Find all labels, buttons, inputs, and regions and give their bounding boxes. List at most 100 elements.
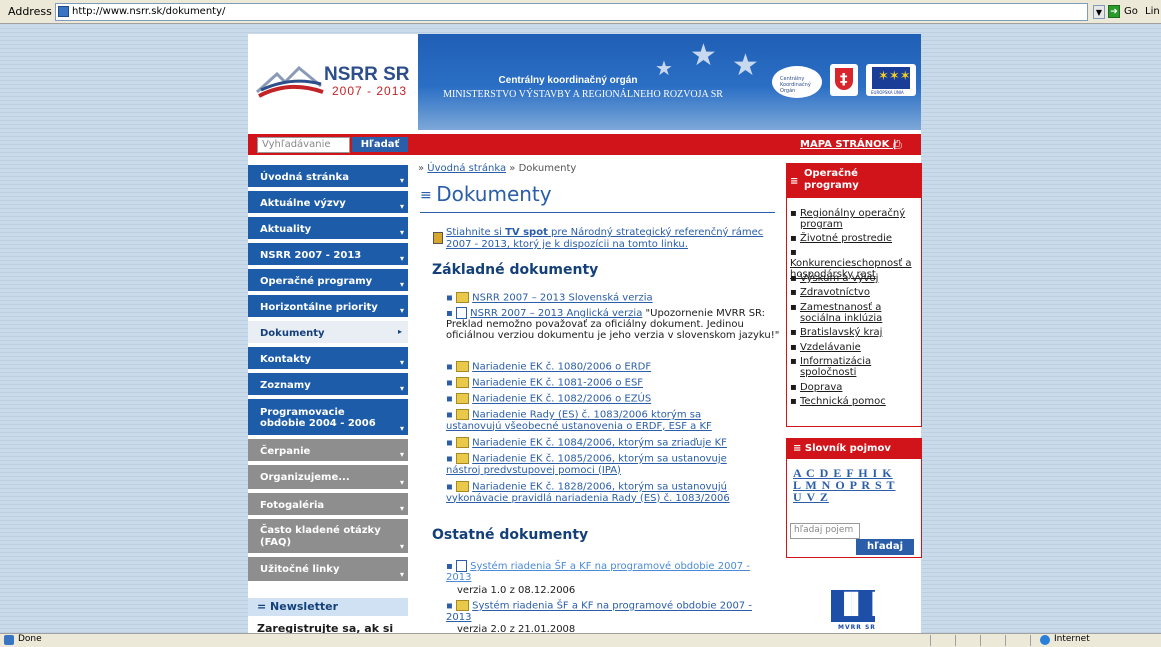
doc-link[interactable]: Nariadenie EK č. 1085/2006, ktorým sa us… <box>446 454 727 476</box>
doc-item[interactable]: ▪ Nariadenie EK č. 1080/2006 o ERDF <box>446 361 776 373</box>
doc-item[interactable]: ▪ Nariadenie EK č. 1084/2006, ktorým sa … <box>446 437 776 449</box>
links-label[interactable]: Lin <box>1145 6 1160 17</box>
nav-arrow-icon: ▾ <box>399 280 404 289</box>
nav-item-cerpanie[interactable]: Čerpanie ▾ <box>248 439 408 463</box>
glossary-search-input[interactable]: hľadaj pojem <box>790 523 860 539</box>
nav-item-zoznamy[interactable]: Zoznamy ▾ <box>248 373 408 397</box>
doc-link[interactable]: Nariadenie EK č. 1081-2006 o ESF <box>472 378 643 389</box>
doc-item[interactable]: ▪ Nariadenie EK č. 1082/2006 o EZÚS <box>446 393 776 405</box>
doc-link[interactable]: Nariadenie EK č. 1084/2006, ktorým sa zr… <box>472 438 727 449</box>
op-link[interactable]: Životné prostredie <box>800 233 892 244</box>
nav-label: Aktuality <box>260 224 312 235</box>
nav-label: Zoznamy <box>260 380 311 391</box>
nav-arrow-icon: ▾ <box>399 450 404 459</box>
doc-link[interactable]: Systém riadenia ŠF a KF na programové ob… <box>446 601 752 623</box>
folder-icon <box>455 437 469 448</box>
op-item[interactable]: ▪ Doprava <box>790 382 920 393</box>
doc-item[interactable]: ▪ Nariadenie EK č. 1081-2006 o ESF <box>446 377 776 389</box>
op-link[interactable]: Regionálny operačný program <box>800 208 918 230</box>
nav-item-programovacie-obdobie[interactable]: Programovacie obdobie 2004 - 2006 ▾ <box>248 399 408 437</box>
doc-item[interactable]: ▪ Nariadenie EK č. 1828/2006, ktorým sa … <box>446 481 776 504</box>
status-divider <box>1030 635 1031 646</box>
doc-link[interactable]: Nariadenie Rady (ES) č. 1083/2006 ktorým… <box>446 410 712 432</box>
search-button[interactable]: Hľadať <box>352 137 408 152</box>
basic-documents-heading: Základné dokumenty <box>432 262 599 278</box>
doc-item[interactable]: ▪ NSRR 2007 – 2013 Anglická verzia "Upoz… <box>446 307 782 341</box>
nav-item-horizontalne-priority[interactable]: Horizontálne priority ▾ <box>248 295 408 319</box>
sitemap-link[interactable]: MAPA STRÁNOK | <box>800 139 897 150</box>
doc-version: verzia 1.0 z 08.12.2006 <box>457 585 576 596</box>
doc-link[interactable]: Nariadenie EK č. 1082/2006 o EZÚS <box>472 394 651 405</box>
op-link[interactable]: Bratislavský kraj <box>800 327 882 338</box>
op-item[interactable]: ▪ Technická pomoc <box>790 396 920 407</box>
nav-arrow-icon: ▾ <box>399 504 404 513</box>
doc-item[interactable]: ▪ Nariadenie EK č. 1085/2006, ktorým sa … <box>446 453 756 476</box>
nav-item-dokumenty[interactable]: Dokumenty ▸ <box>248 321 408 345</box>
op-item[interactable]: ▪ Bratislavský kraj <box>790 327 920 338</box>
breadcrumb-home-link[interactable]: Úvodná stránka <box>427 163 506 174</box>
star-icon: ★ <box>732 48 759 83</box>
nav-item-uzitocne-linky[interactable]: Užitočné linky ▾ <box>248 557 408 583</box>
doc-link[interactable]: Systém riadenia ŠF a KF na programové ob… <box>446 561 750 583</box>
nav-arrow-icon: ▸ <box>397 327 402 336</box>
op-link[interactable]: Technická pomoc <box>800 396 886 407</box>
op-link[interactable]: Informatizácia spoločnosti <box>800 356 900 378</box>
nav-item-faq[interactable]: Často kladené otázky (FAQ) ▾ <box>248 519 408 555</box>
nav-item-organizujeme[interactable]: Organizujeme... ▾ <box>248 465 408 491</box>
glossary-letters-row[interactable]: U V Z <box>793 490 829 505</box>
glossary-search-button[interactable]: hľadaj <box>856 539 914 555</box>
op-item[interactable]: ▪ Regionálny operačný program <box>790 208 920 230</box>
doc-link[interactable]: NSRR 2007 – 2013 Slovenská verzia <box>472 293 652 304</box>
newsletter-title: Newsletter <box>270 600 339 613</box>
op-item[interactable]: ▪ Informatizácia spoločnosti <box>790 356 920 378</box>
nav-item-kontakty[interactable]: Kontakty ▾ <box>248 347 408 371</box>
print-icon[interactable]: ⎙ <box>893 138 902 152</box>
go-arrow-icon[interactable]: ➜ <box>1108 5 1120 18</box>
doc-link[interactable]: Nariadenie EK č. 1080/2006 o ERDF <box>472 362 651 373</box>
op-item[interactable]: ▪ Zamestnanosť a sociálna inklúzia <box>790 302 920 324</box>
word-doc-icon <box>455 307 467 319</box>
doc-item[interactable]: ▪ Systém riadenia ŠF a KF na programové … <box>446 600 776 623</box>
nav-item-operacne-programy[interactable]: Operačné programy ▾ <box>248 269 408 293</box>
doc-item[interactable]: ▪ NSRR 2007 – 2013 Slovenská verzia <box>446 292 776 304</box>
nav-arrow-icon: ▾ <box>399 478 404 487</box>
doc-item[interactable]: ▪ Nariadenie Rady (ES) č. 1083/2006 ktor… <box>446 409 746 432</box>
nav-label: NSRR 2007 - 2013 <box>260 250 362 261</box>
op-link[interactable]: Vzdelávanie <box>800 342 861 353</box>
nav-label: Užitočné linky <box>260 564 340 575</box>
address-dropdown-icon[interactable]: ▼ <box>1093 5 1105 19</box>
search-input[interactable]: Vyhľadávanie <box>257 137 350 153</box>
nav-label: Organizujeme... <box>260 472 350 483</box>
doc-item[interactable]: ▪ Systém riadenia ŠF a KF na programové … <box>446 560 776 583</box>
nav-arrow-icon: ▾ <box>399 176 404 185</box>
status-text: Done <box>18 634 42 644</box>
address-url[interactable]: http://www.nsrr.sk/dokumenty/ <box>72 6 225 17</box>
breadcrumb: » Úvodná stránka » Dokumenty <box>418 163 577 174</box>
eu-text: EURÓPSKA ÚNIA <box>871 90 904 95</box>
op-item[interactable]: ▪ Vzdelávanie <box>790 342 920 353</box>
op-link[interactable]: Doprava <box>800 382 842 393</box>
status-bar <box>0 633 1161 647</box>
go-button[interactable]: Go <box>1124 6 1138 17</box>
doc-link[interactable]: NSRR 2007 – 2013 Anglická verzia <box>470 308 642 319</box>
double-cross-icon: ‡ <box>840 70 848 88</box>
op-link[interactable]: Výskum a vývoj <box>800 273 878 284</box>
operational-programs-header: Operačné programy <box>787 164 921 198</box>
tv-spot-link[interactable]: Stiahnite si TV spot pre Národný strateg… <box>446 227 786 251</box>
op-link[interactable]: Zamestnanosť a sociálna inklúzia <box>800 302 912 324</box>
nav-item-uvodna-stranka[interactable]: Úvodná stránka ▾ <box>248 165 408 189</box>
nav-item-nsrr[interactable]: NSRR 2007 - 2013 ▾ <box>248 243 408 267</box>
nav-arrow-icon: ▾ <box>399 358 404 367</box>
op-item[interactable]: ▪ Výskum a vývoj <box>790 273 920 284</box>
nav-item-aktualne-vyzvy[interactable]: Aktuálne výzvy ▾ <box>248 191 408 215</box>
mvrr-text: MVRR SR <box>838 624 876 631</box>
nav-item-fotogaleria[interactable]: Fotogaléria ▾ <box>248 493 408 517</box>
op-link[interactable]: Zdravotníctvo <box>800 287 870 298</box>
newsletter-header: = Newsletter <box>248 598 408 616</box>
nav-item-aktuality[interactable]: Aktuality ▾ <box>248 217 408 241</box>
banner-title: Centrálny koordinačný orgán <box>498 75 638 86</box>
op-item[interactable]: ▪ Zdravotníctvo <box>790 287 920 298</box>
other-documents-heading: Ostatné dokumenty <box>432 527 589 543</box>
doc-link[interactable]: Nariadenie EK č. 1828/2006, ktorým sa us… <box>446 482 730 504</box>
op-item[interactable]: ▪ Životné prostredie <box>790 233 920 244</box>
